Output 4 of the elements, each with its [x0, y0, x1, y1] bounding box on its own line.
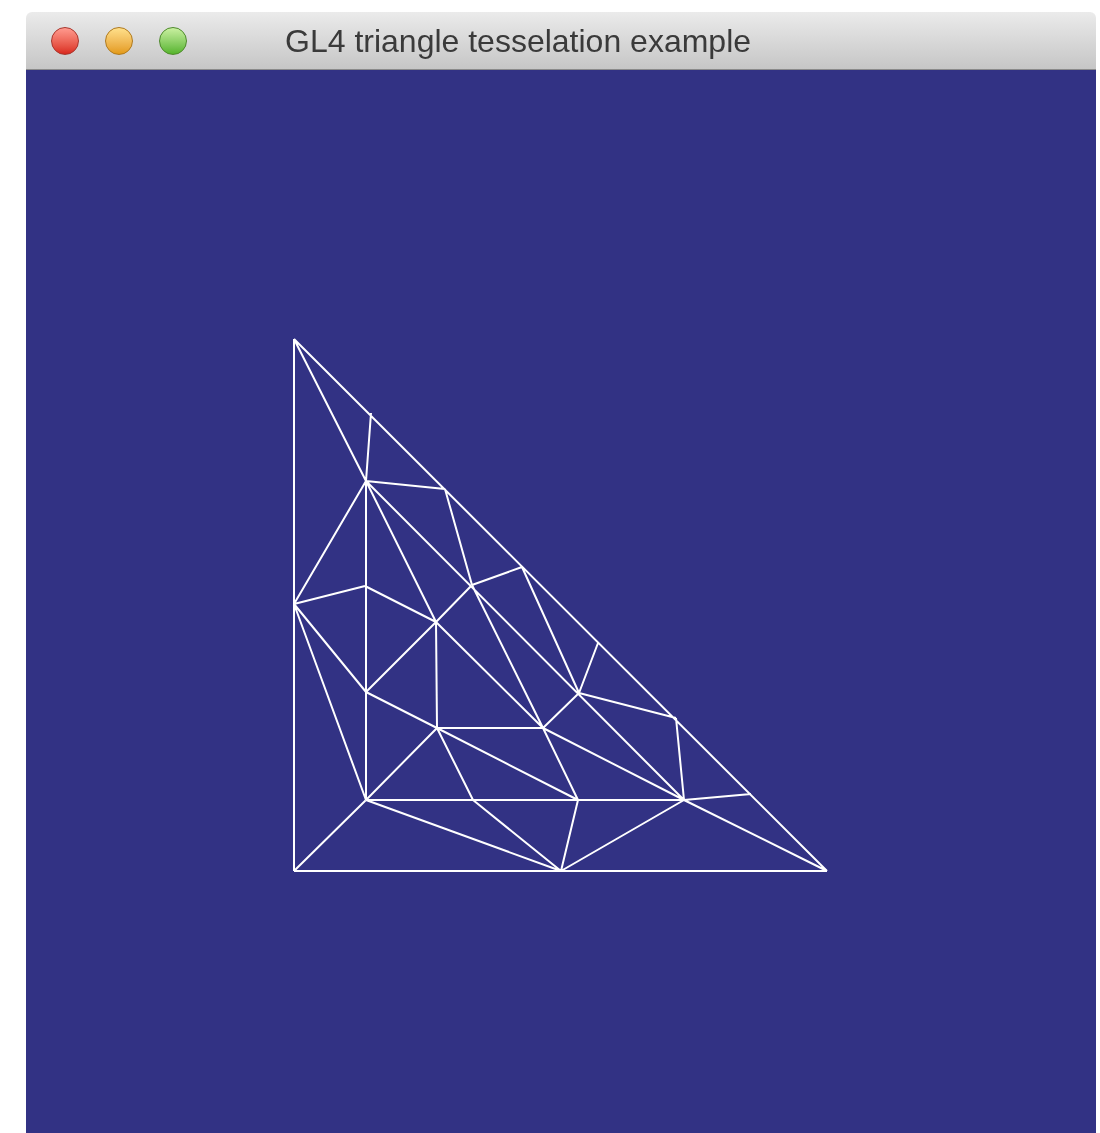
close-button[interactable]	[51, 26, 79, 55]
window-title: GL4 triangle tesselation example	[285, 21, 752, 61]
zoom-button[interactable]	[159, 26, 187, 55]
minimize-button[interactable]	[105, 26, 133, 55]
